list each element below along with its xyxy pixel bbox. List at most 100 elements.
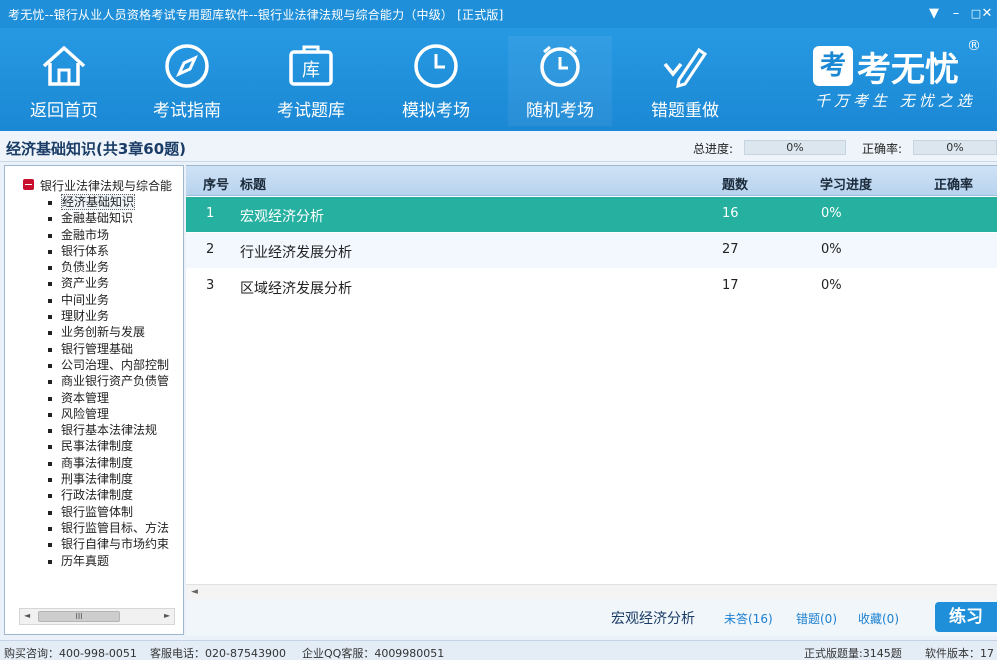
cell-count: 16 [722,206,739,221]
action-bar: 宏观经济分析 未答(16) 错题(0) 收藏(0) 练习 [186,599,997,636]
tree-item[interactable]: 金融市场 [41,227,169,243]
section-title: 经济基础知识(共3章60题) [6,140,187,158]
total-progress-bar: 0% [744,140,846,155]
home-button[interactable]: 返回首页 [12,36,116,126]
tree-item-label: 银行体系 [61,243,110,258]
mock-exam-button[interactable]: 模拟考场 [384,36,488,126]
tree-item-label: 银行监管目标、方法 [61,520,170,535]
purchase-phone: 购买咨询：400-998-0051 [4,647,137,660]
tree-item[interactable]: 银行自律与市场约束 [41,536,169,552]
tree-item-label: 行政法律制度 [61,488,134,503]
tree-item-label: 负债业务 [61,260,110,275]
tree-item[interactable]: 经济基础知识 [41,194,169,210]
header-count: 题数 [722,178,749,193]
redo-wrong-label: 错题重做 [651,101,719,121]
table-row[interactable]: 1 宏观经济分析 16 0% [186,197,997,232]
logo-mark: 考 [813,46,853,86]
brand-logo: 考 考无忧 ® 千万考生 无忧之选 [807,36,997,126]
tree-item-label: 银行管理基础 [61,341,134,356]
home-icon [42,46,86,86]
tree-item[interactable]: 负债业务 [41,259,169,275]
tree-item-label: 刑事法律制度 [61,472,134,487]
cell-count: 17 [722,278,739,293]
tree-item-label: 商业银行资产负债管 [61,374,170,389]
tree-item[interactable]: 商业银行资产负债管 [41,373,169,389]
tree-item[interactable]: 理财业务 [41,308,169,324]
table-horizontal-scrollbar[interactable]: ◄ [186,584,997,600]
tree-item[interactable]: 历年真题 [41,553,169,569]
tree-item-label: 民事法律制度 [61,439,134,454]
cell-title: 区域经济发展分析 [240,281,352,297]
question-bank-icon: 库 [289,45,333,86]
title-bar: 考无忧--银行从业人员资格考试专用题库软件--银行业法律法规与综合能力（中级） … [0,0,997,28]
tree-item-label: 风险管理 [61,406,110,421]
close-button[interactable]: ✕ [977,4,997,24]
table-scroll-left-icon[interactable]: ◄ [191,587,198,597]
wrong-questions-link[interactable]: 错题(0) [796,610,837,627]
tree-item[interactable]: 刑事法律制度 [41,471,169,487]
tree-item-label: 金融市场 [61,227,110,242]
tree-item[interactable]: 金融基础知识 [41,210,169,226]
cell-count: 27 [722,242,739,257]
svg-text:库: 库 [302,60,320,81]
tree-item[interactable]: 业务创新与发展 [41,324,169,340]
redo-wrong-button[interactable]: 错题重做 [633,36,737,126]
tree-item-label: 资本管理 [61,390,110,405]
tree-horizontal-scrollbar[interactable]: ◄ III ► [19,608,175,625]
random-exam-button[interactable]: 随机考场 [508,36,612,126]
tree-item[interactable]: 银行基本法律法规 [41,422,169,438]
tree-item[interactable]: 民事法律制度 [41,438,169,454]
mock-exam-label: 模拟考场 [402,101,470,121]
scroll-left-icon[interactable]: ◄ [24,611,30,620]
tree-item[interactable]: 银行体系 [41,243,169,259]
tree-item-list: 经济基础知识 金融基础知识 金融市场 银行体系负债业务 资产业务 中间业务理财业务 业务创新… [41,194,169,569]
tree-item-label: 公司治理、内部控制 [61,357,170,372]
clock-icon [414,44,458,88]
tree-item-label: 中间业务 [61,292,110,307]
software-version: 软件版本：17 [925,647,994,660]
header-title: 标题 [240,178,267,193]
exam-guide-button[interactable]: 考试指南 [135,36,239,126]
dropdown-menu-button[interactable]: ▼ [924,4,944,24]
table-header: 序号 标题 题数 学习进度 正确率 [186,166,997,196]
home-label: 返回首页 [30,101,98,121]
tree-item-label: 经济基础知识 [61,194,136,210]
chapter-table: 序号 标题 题数 学习进度 正确率 1 宏观经济分析 16 0% 2 行业经济发展分析 27… [186,165,997,600]
header-accuracy: 正确率 [934,178,974,193]
cell-progress: 0% [821,278,842,293]
tree-item[interactable]: 公司治理、内部控制 [41,357,169,373]
tree-item[interactable]: 银行监管目标、方法 [41,520,169,536]
question-bank-button[interactable]: 库 考试题库 [259,36,363,126]
header-progress: 学习进度 [820,178,873,193]
unanswered-link[interactable]: 未答(16) [724,610,773,627]
collapse-icon[interactable] [23,179,34,190]
tree-item[interactable]: 商事法律制度 [41,455,169,471]
tree-item[interactable]: 资本管理 [41,390,169,406]
main-toolbar: 返回首页 考试指南 库 考试题库 模拟考场 随机考场 错题重做 考 考无忧 ® … [0,28,997,131]
tree-item[interactable]: 银行监管体制 [41,504,169,520]
chapter-tree: 银行业法律法规与综合能 经济基础知识 金融基础知识 金融市场 银行体系 负债业务 资产业务… [4,165,184,635]
practice-button[interactable]: 练习 [935,602,997,632]
tree-item[interactable]: 资产业务 [41,275,169,291]
cell-title: 行业经济发展分析 [240,245,352,261]
favorites-link[interactable]: 收藏(0) [858,610,899,627]
service-phone: 客服电话：020-87543900 [150,647,286,660]
cell-no: 2 [206,242,215,257]
tree-item[interactable]: 中间业务 [41,292,169,308]
tree-item[interactable]: 行政法律制度 [41,487,169,503]
brand-name: 考无忧 [857,50,959,90]
tree-item-label: 理财业务 [61,309,110,324]
alarm-clock-icon [540,45,580,87]
scroll-right-icon[interactable]: ► [164,611,170,620]
registered-mark: ® [967,38,981,54]
table-row[interactable]: 2 行业经济发展分析 27 0% [186,233,997,268]
minimize-button[interactable]: – [946,4,966,24]
scroll-thumb[interactable]: III [38,611,120,622]
tree-item[interactable]: 风险管理 [41,406,169,422]
tree-item[interactable]: 银行管理基础 [41,341,169,357]
brand-slogan: 千万考生 无忧之选 [815,92,976,110]
compass-icon [165,44,209,88]
table-row[interactable]: 3 区域经济发展分析 17 0% [186,269,997,304]
section-header: 经济基础知识(共3章60题) 总进度: 0% 正确率: 0% [0,131,997,162]
question-bank-label: 考试题库 [277,101,345,121]
